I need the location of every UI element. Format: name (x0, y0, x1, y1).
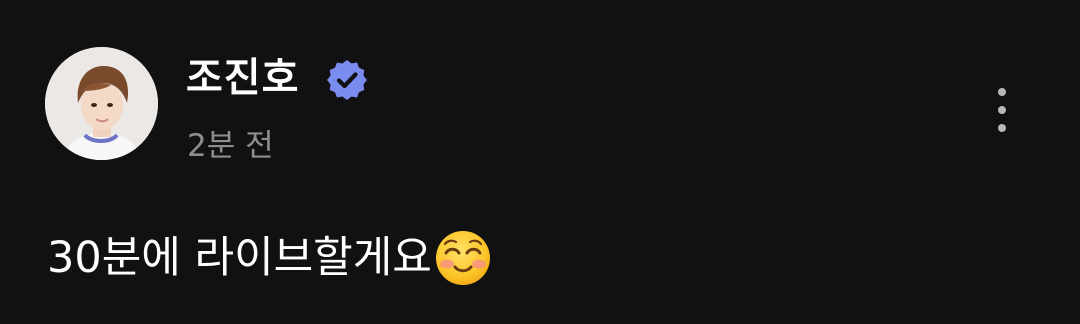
author-avatar[interactable] (45, 47, 158, 160)
post-timestamp: 2분 전 (187, 128, 274, 164)
avatar-photo (45, 47, 158, 160)
more-options-button[interactable] (982, 84, 1022, 136)
author-name[interactable]: 조진호 (186, 54, 299, 102)
more-vertical-icon (998, 88, 1006, 96)
verified-badge-icon (327, 60, 367, 100)
post-card: 조진호 2분 전 30분에 라이브할게요 (0, 0, 1080, 324)
smiling-face-icon (435, 231, 490, 285)
post-text: 30분에 라이브할게요 (47, 233, 432, 283)
post-body: 30분에 라이브할게요 (47, 226, 492, 290)
